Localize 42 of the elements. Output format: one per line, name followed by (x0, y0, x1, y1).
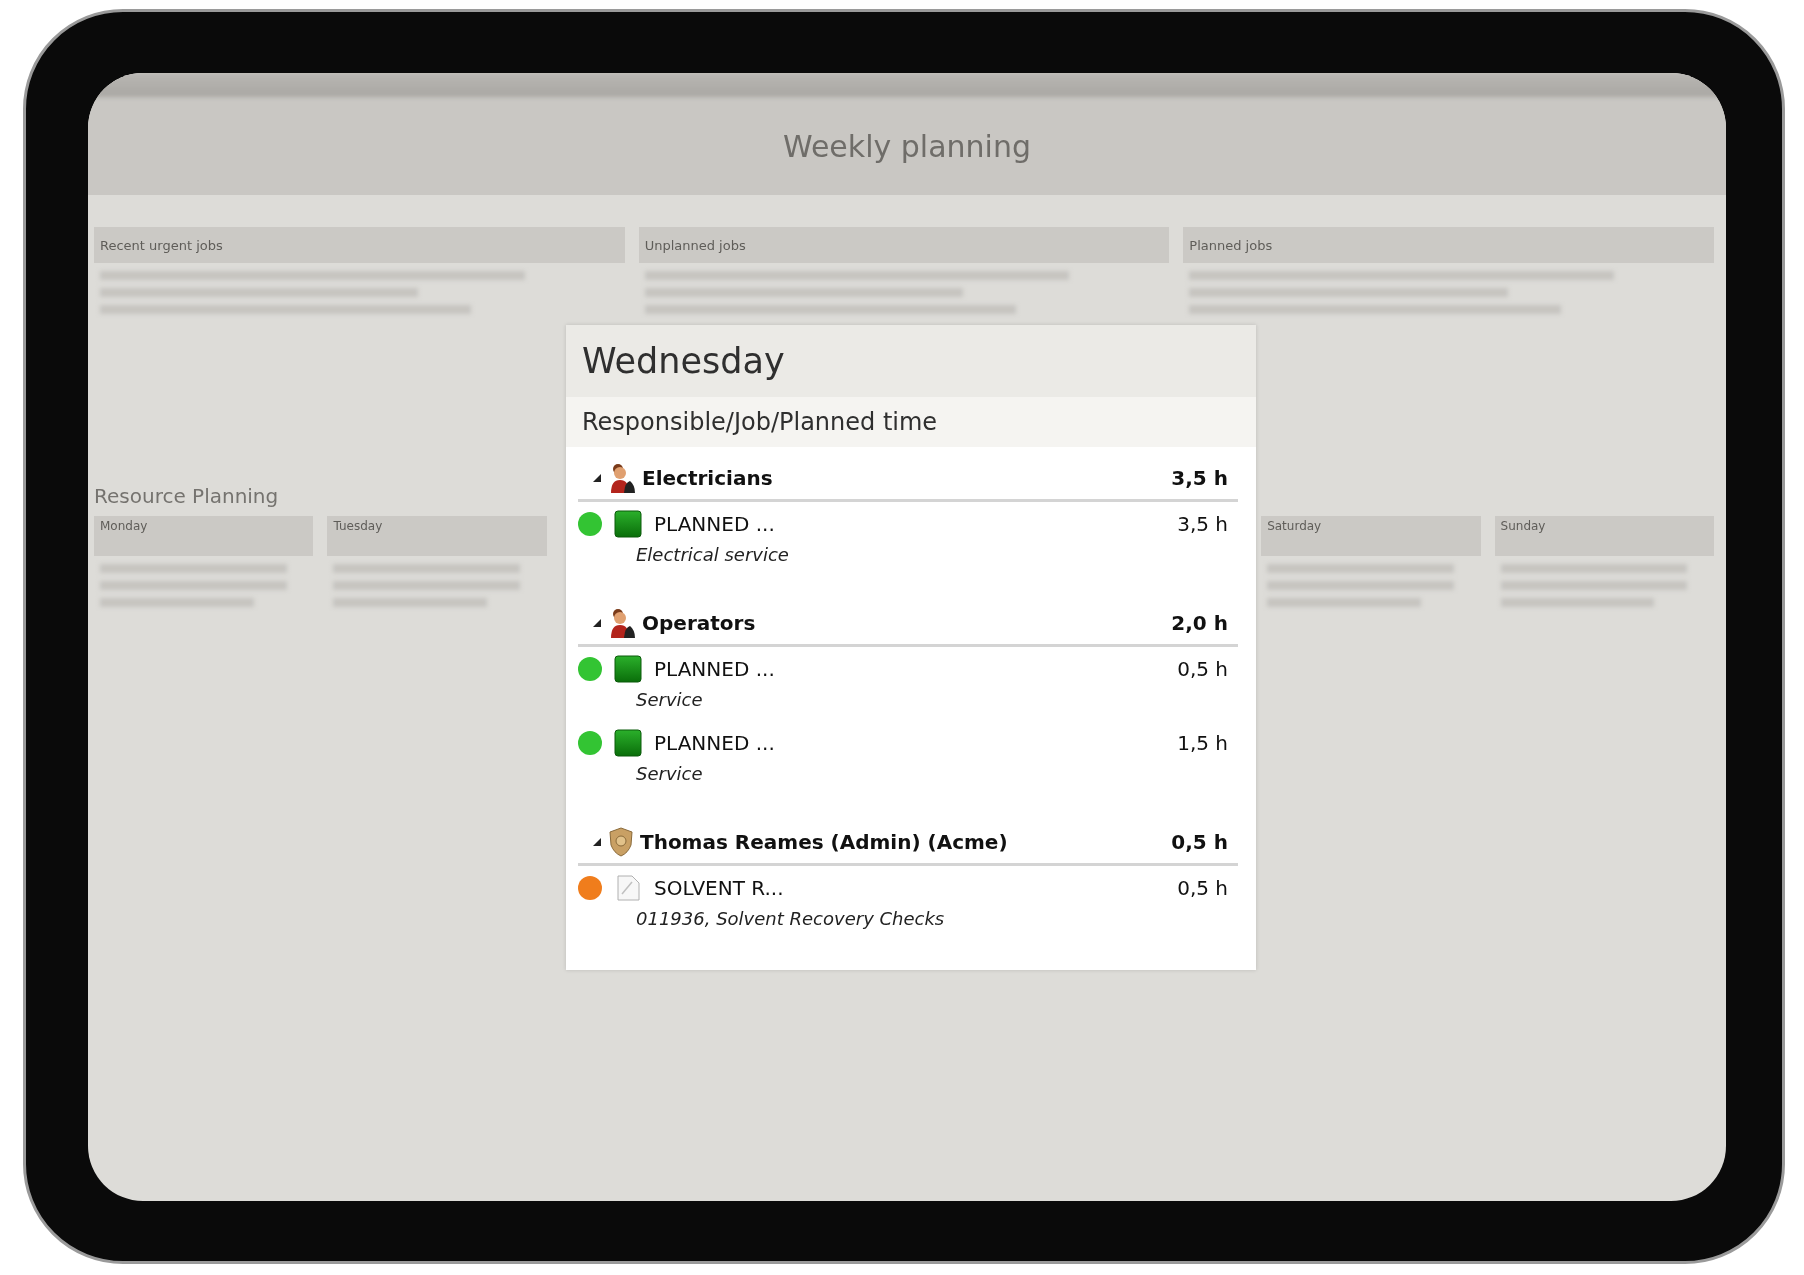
square-icon (614, 510, 642, 538)
job-description: 011936, Solvent Recovery Checks (635, 908, 946, 931)
square-icon (614, 655, 642, 683)
job-hours: 1,5 h (1177, 731, 1229, 755)
group-row[interactable]: Thomas Reames (Admin) (Acme) 0,5 h (578, 821, 1238, 866)
badge-icon (608, 827, 634, 857)
page-title: Weekly planning (783, 128, 1031, 164)
day-header: Tuesday (327, 516, 547, 556)
section-title: Resource Planning (94, 484, 279, 508)
group-name: Electricians (642, 466, 774, 490)
group-row[interactable]: Operators 2,0 h (578, 602, 1238, 647)
group-total: 2,0 h (1171, 611, 1229, 635)
group-row[interactable]: Electricians 3,5 h (578, 457, 1238, 502)
job-hours: 0,5 h (1177, 876, 1229, 900)
document-icon (614, 874, 642, 902)
job-title: PLANNED ... (654, 657, 776, 681)
group-total: 0,5 h (1171, 830, 1229, 854)
popup-title: Wednesday (566, 325, 1256, 397)
day-header: Monday (94, 516, 314, 556)
job-title: PLANNED ... (654, 731, 776, 755)
job-description: Service (635, 689, 704, 712)
group-total: 3,5 h (1171, 466, 1229, 490)
square-icon (614, 729, 642, 757)
day-header: Sunday (1494, 516, 1714, 556)
day-header: Saturday (1261, 516, 1481, 556)
job-description: Electrical service (635, 544, 790, 567)
panel-header: Planned jobs (1183, 227, 1714, 263)
job-title: PLANNED ... (654, 512, 776, 536)
expander-icon[interactable] (592, 837, 602, 847)
column-header: Responsible/Job/Planned time (566, 397, 1256, 447)
job-title: SOLVENT R... (654, 876, 785, 900)
group-name: Operators (642, 611, 757, 635)
job-hours: 3,5 h (1177, 512, 1229, 536)
expander-icon[interactable] (592, 473, 602, 483)
person-icon (608, 463, 636, 493)
panel-header: Unplanned jobs (638, 227, 1170, 263)
person-icon (608, 608, 636, 638)
job-hours: 0,5 h (1177, 657, 1229, 681)
job-description: Service (635, 763, 704, 786)
expander-icon[interactable] (592, 618, 602, 628)
panel-header: Recent urgent jobs (94, 227, 625, 263)
group-name: Thomas Reames (Admin) (Acme) (640, 830, 1009, 854)
